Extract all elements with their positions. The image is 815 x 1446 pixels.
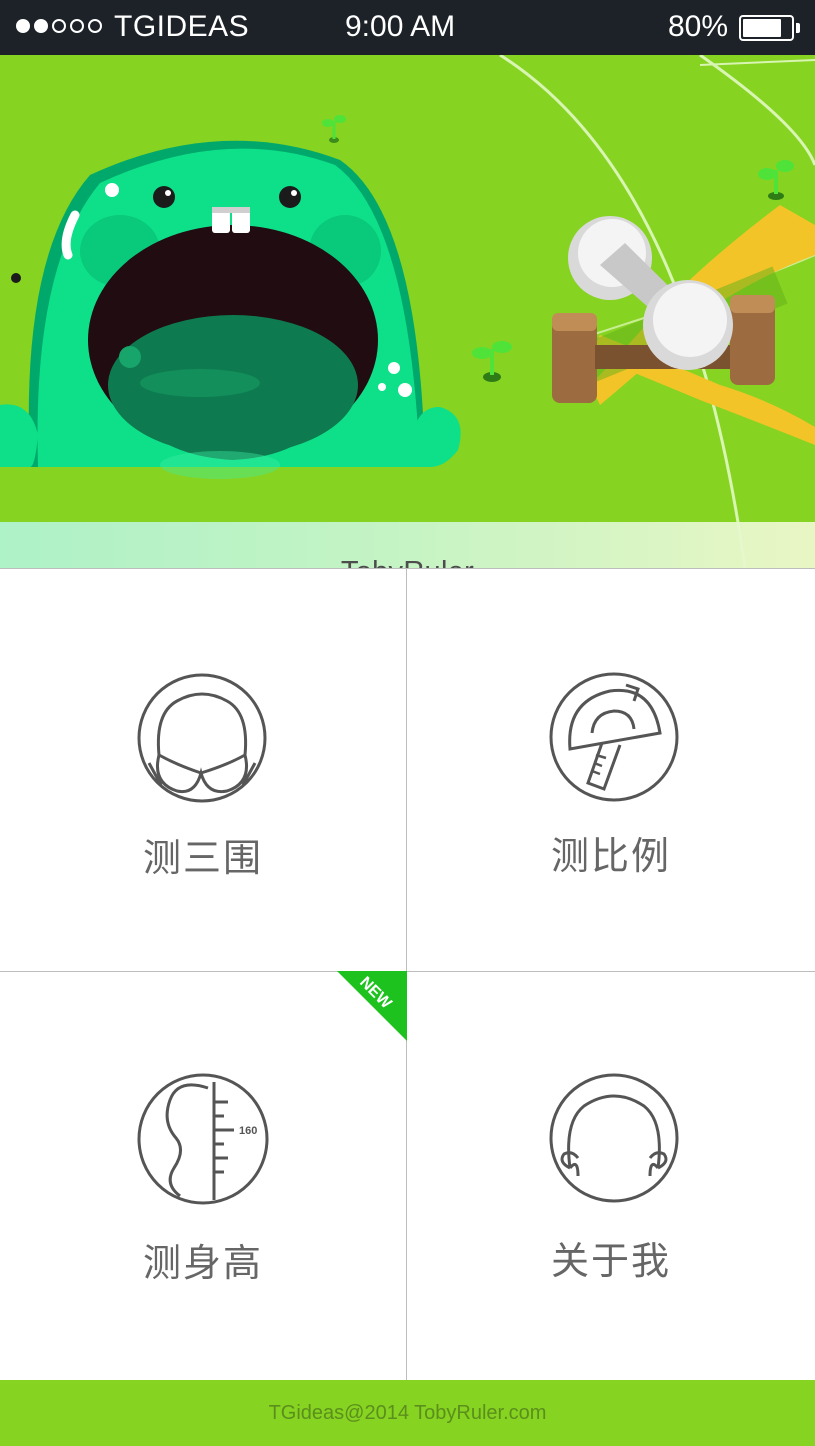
status-time: 9:00 AM [345,10,456,43]
signal-dot [52,19,66,33]
app-title-strip: TobyRuler [0,522,815,568]
hero-banner: TobyRuler [0,55,815,568]
status-bar: TGIDEAS 9:00 AM 80% [0,0,815,55]
battery-percent: 80% [668,10,729,43]
battery-fill [743,19,781,37]
carrier-name: TGIDEAS [114,10,250,43]
height-measure-icon: 160 [136,1072,270,1206]
battery-tip [796,23,800,33]
signal-strength-icon [16,19,102,33]
app-title: TobyRuler [341,556,474,568]
menu-tile-measure-bust[interactable]: 测三围 [0,569,406,971]
protractor-ruler-icon [548,671,680,803]
menu-label: 测比例 [550,836,671,878]
signal-dot [70,19,84,33]
menu-label: 测身高 [142,1243,263,1285]
menu-tile-measure-ratio[interactable]: 测比例 [407,569,815,971]
menu-label: 关于我 [550,1241,671,1283]
new-badge: NEW [337,971,407,1041]
signal-dot [88,19,102,33]
grid-divider-horizontal [0,971,815,972]
footer-copyright: TGideas@2014 TobyRuler.com [268,1401,547,1424]
height-mark-label: 160 [239,1125,257,1137]
banner-illustration [0,55,815,568]
bust-measure-icon [137,673,267,803]
signal-dot [16,19,30,33]
about-me-icon [548,1072,680,1204]
menu-tile-about-me[interactable]: 关于我 [407,972,815,1381]
battery-icon [739,15,794,41]
footer: TGideas@2014 TobyRuler.com [0,1380,815,1446]
decor-dot [11,273,21,283]
feature-menu: 测三围 测比例 160 测身高 关于我 NEW [0,568,815,1381]
menu-label: 测三围 [142,838,263,880]
signal-dot [34,19,48,33]
app-screen: TGIDEAS 9:00 AM 80% 测三围 测比例 160 测身高 关于我 … [0,0,815,1446]
